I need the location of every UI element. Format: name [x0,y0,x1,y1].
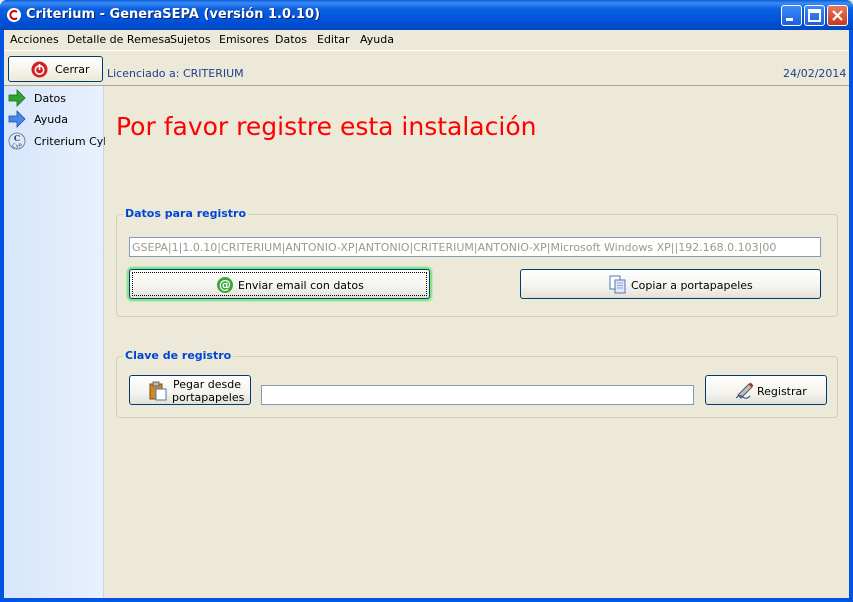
paste-from-clipboard-button[interactable]: Pegar desde portapapeles [129,375,251,405]
menu-detalle-de-remesa[interactable]: Detalle de Remesa [67,33,171,46]
criterium-cyp-icon: C CyP [8,132,26,150]
group-title: Clave de registro [123,349,234,362]
sidebar: Datos Ayuda C CyP Criterium CyP [4,86,110,598]
minimize-icon [786,18,793,21]
close-window-button[interactable] [827,5,848,26]
cerrar-label: Cerrar [55,63,90,76]
sidebar-item-label: Criterium CyP [34,135,110,148]
current-date: 24/02/2014 [783,67,847,80]
menu-bar: Acciones Detalle de Remesa Sujetos Emiso… [4,30,849,50]
copy-documents-icon [609,275,626,294]
registration-data-group: Datos para registro GSEPA|1|1.0.10|CRITE… [116,207,838,317]
sidebar-item-criterium-cyp[interactable]: C CyP Criterium CyP [8,131,110,151]
sidebar-item-label: Ayuda [34,113,68,126]
page-title: Por favor registre esta instalación [116,112,537,141]
send-email-button[interactable]: @ Enviar email con datos [129,269,430,299]
client-area: Acciones Detalle de Remesa Sujetos Emiso… [4,30,849,598]
register-button[interactable]: Registrar [705,375,827,405]
minimize-button[interactable] [781,5,802,26]
registration-data-field[interactable]: GSEPA|1|1.0.10|CRITERIUM|ANTONIO-XP|ANTO… [129,237,821,257]
menu-acciones[interactable]: Acciones [10,33,59,46]
paste-clipboard-icon [149,381,167,401]
menu-editar[interactable]: Editar [317,33,350,46]
criterium-app-icon [7,8,21,22]
main-panel: Por favor registre esta instalación Dato… [105,86,849,598]
register-label: Registrar [757,385,807,398]
copy-to-clipboard-label: Copiar a portapapeles [631,279,753,292]
copy-to-clipboard-button[interactable]: Copiar a portapapeles [520,269,821,299]
power-icon [31,61,48,78]
sidebar-item-label: Datos [34,92,66,105]
window-title: Criterium - GeneraSEPA (versión 1.0.10) [26,7,321,22]
license-text: Licenciado a: CRITERIUM [107,67,244,80]
maximize-button[interactable] [804,5,825,26]
registration-key-group: Clave de registro Pegar desde portapapel… [116,349,838,418]
menu-emisores[interactable]: Emisores [219,33,269,46]
close-icon [832,10,843,21]
signature-pen-icon [735,382,754,399]
svg-text:C: C [14,133,20,143]
paste-label-line1: Pegar desde [173,378,241,391]
group-title: Datos para registro [123,207,249,220]
sidebar-item-ayuda[interactable]: Ayuda [8,109,104,129]
maximize-icon [808,9,821,22]
sidebar-item-datos[interactable]: Datos [8,88,104,108]
menu-sujetos[interactable]: Sujetos [170,33,211,46]
app-window: Criterium - GeneraSEPA (versión 1.0.10) … [0,0,853,602]
email-at-icon: @ [217,277,233,293]
paste-label-line2: portapapeles [172,391,245,404]
blue-arrow-icon [8,110,26,128]
title-bar[interactable]: Criterium - GeneraSEPA (versión 1.0.10) [0,0,853,30]
menu-datos[interactable]: Datos [275,33,307,46]
toolbar: Cerrar Licenciado a: CRITERIUM 24/02/201… [4,50,849,86]
svg-text:@: @ [219,278,231,292]
green-arrow-icon [8,89,26,107]
cerrar-button[interactable]: Cerrar [8,56,103,82]
registration-key-input[interactable] [261,385,694,405]
svg-text:CyP: CyP [12,144,21,150]
send-email-label: Enviar email con datos [238,279,364,292]
menu-ayuda[interactable]: Ayuda [360,33,394,46]
